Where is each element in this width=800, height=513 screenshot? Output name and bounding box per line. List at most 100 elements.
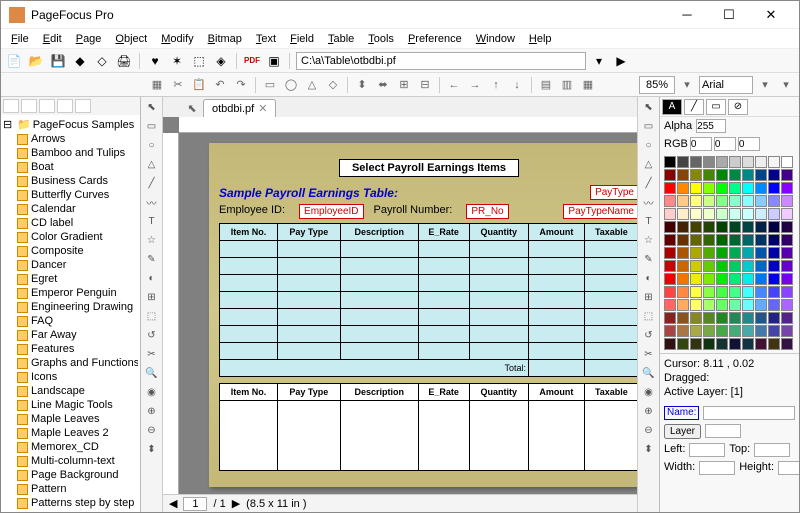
color-swatch[interactable] (729, 247, 741, 259)
color-swatch[interactable] (755, 234, 767, 246)
color-swatch[interactable] (755, 338, 767, 350)
tree-item[interactable]: Dancer (3, 258, 138, 272)
tree-item[interactable]: Patterns step by step (3, 496, 138, 510)
layer-button[interactable]: Layer (664, 424, 701, 439)
tool-icon[interactable]: ▭ (261, 76, 279, 94)
color-swatch[interactable] (703, 286, 715, 298)
open-icon[interactable]: 📂 (27, 52, 45, 70)
tool-icon[interactable]: ⬍ (144, 441, 160, 457)
color-swatch[interactable] (690, 338, 702, 350)
tool-icon[interactable]: △ (144, 156, 160, 172)
color-swatch[interactable] (664, 182, 676, 194)
color-swatch[interactable] (664, 221, 676, 233)
tool-icon[interactable]: ← (445, 76, 463, 94)
close-tab-icon[interactable]: ✕ (258, 102, 267, 115)
color-swatch[interactable] (690, 299, 702, 311)
color-swatch[interactable] (729, 312, 741, 324)
tool-icon[interactable]: ↷ (232, 76, 250, 94)
name-input[interactable] (703, 406, 795, 420)
color-swatch[interactable] (755, 325, 767, 337)
tool-icon[interactable]: ⊖ (144, 422, 160, 438)
tree-item[interactable]: Features (3, 342, 138, 356)
color-swatch[interactable] (768, 156, 780, 168)
tool-icon[interactable]: ╱ (144, 175, 160, 191)
canvas[interactable]: Select Payroll Earnings Items Sample Pay… (179, 133, 637, 494)
color-swatch[interactable] (716, 195, 728, 207)
tool-icon[interactable]: ⊞ (641, 289, 657, 305)
color-swatch[interactable] (677, 208, 689, 220)
panel-tab[interactable] (39, 99, 55, 113)
tree-item[interactable]: CD label (3, 216, 138, 230)
color-swatch[interactable] (690, 182, 702, 194)
color-swatch[interactable] (703, 299, 715, 311)
color-swatch[interactable] (690, 234, 702, 246)
color-swatch[interactable] (703, 273, 715, 285)
r-input[interactable] (690, 137, 712, 151)
save-icon[interactable]: 💾 (49, 52, 67, 70)
color-swatch[interactable] (716, 312, 728, 324)
employee-id-field[interactable]: EmployeeID (299, 204, 363, 219)
color-swatch[interactable] (664, 234, 676, 246)
tool-icon[interactable]: ◐ (144, 270, 160, 286)
new-icon[interactable]: 📄 (5, 52, 23, 70)
color-swatch[interactable] (768, 221, 780, 233)
tool-icon[interactable]: ○ (641, 137, 657, 153)
color-swatch[interactable] (768, 325, 780, 337)
btn-icon[interactable]: ✶ (168, 52, 186, 70)
document-tab[interactable]: otbdbi.pf✕ (203, 99, 276, 117)
color-swatch[interactable] (716, 247, 728, 259)
color-swatch[interactable] (690, 195, 702, 207)
tool-icon[interactable]: ✎ (144, 251, 160, 267)
tool-icon[interactable]: ⊖ (641, 422, 657, 438)
tool-icon[interactable]: ⬌ (374, 76, 392, 94)
tool-icon[interactable]: T (641, 213, 657, 229)
color-swatch[interactable] (664, 247, 676, 259)
tree-item[interactable]: Composite (3, 244, 138, 258)
color-swatch[interactable] (716, 234, 728, 246)
color-swatch[interactable] (716, 260, 728, 272)
tool-icon[interactable]: ✂ (144, 346, 160, 362)
color-swatch[interactable] (729, 195, 741, 207)
color-swatch[interactable] (742, 208, 754, 220)
color-swatch[interactable] (677, 234, 689, 246)
panel-tab[interactable] (75, 99, 91, 113)
color-swatch[interactable] (703, 312, 715, 324)
color-swatch[interactable] (742, 169, 754, 181)
tool-icon[interactable]: ▭ (144, 118, 160, 134)
color-swatch[interactable] (690, 169, 702, 181)
tool-icon[interactable]: ✎ (641, 251, 657, 267)
color-swatch[interactable] (781, 260, 793, 272)
color-swatch[interactable] (677, 195, 689, 207)
tool-icon[interactable]: ▥ (558, 76, 576, 94)
color-swatch[interactable] (716, 182, 728, 194)
color-swatch[interactable] (781, 156, 793, 168)
color-swatch[interactable] (664, 273, 676, 285)
tree-item[interactable]: Boat (3, 160, 138, 174)
tree-item[interactable]: Egret (3, 272, 138, 286)
tool-icon[interactable]: ▭ (641, 118, 657, 134)
tool-icon[interactable]: △ (641, 156, 657, 172)
page-input[interactable] (183, 497, 207, 511)
page[interactable]: Select Payroll Earnings Items Sample Pay… (209, 143, 637, 487)
tool-icon[interactable]: ◇ (324, 76, 342, 94)
menu-table[interactable]: Table (322, 31, 360, 47)
tool-icon[interactable]: ⬚ (641, 308, 657, 324)
color-swatch[interactable] (716, 208, 728, 220)
color-swatch[interactable] (677, 260, 689, 272)
color-swatch[interactable] (781, 208, 793, 220)
color-swatch[interactable] (768, 260, 780, 272)
btn-icon[interactable]: ⬚ (190, 52, 208, 70)
menu-preference[interactable]: Preference (402, 31, 468, 47)
tool-icon[interactable]: ↶ (211, 76, 229, 94)
color-swatch[interactable] (755, 221, 767, 233)
color-swatch[interactable] (755, 182, 767, 194)
tree-item[interactable]: Line Magic Tools (3, 398, 138, 412)
color-swatch[interactable] (690, 312, 702, 324)
panel-tab[interactable] (57, 99, 73, 113)
color-swatch[interactable] (781, 195, 793, 207)
color-swatch[interactable] (742, 156, 754, 168)
color-swatch[interactable] (729, 221, 741, 233)
g-input[interactable] (714, 137, 736, 151)
color-swatch[interactable] (677, 299, 689, 311)
tool-icon[interactable]: → (466, 76, 484, 94)
